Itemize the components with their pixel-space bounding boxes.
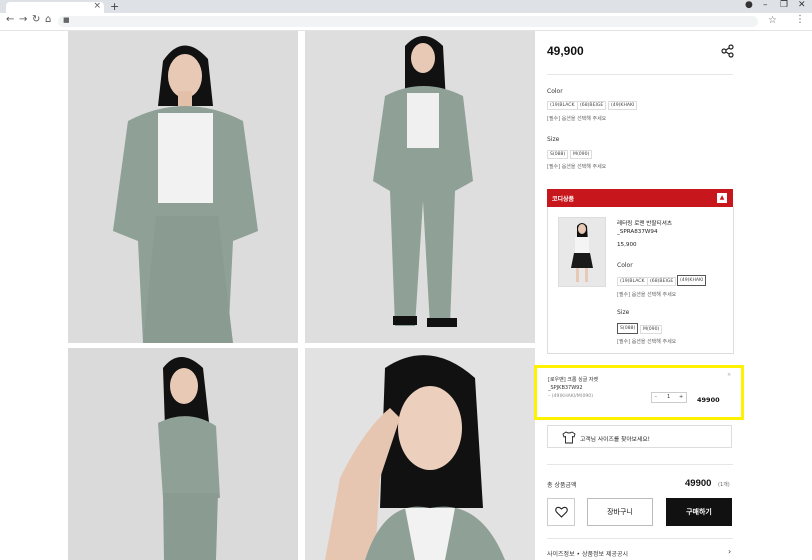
product-photo-4[interactable]: [305, 348, 535, 560]
remove-item-icon[interactable]: ×: [727, 372, 731, 378]
coordi-product-price: 15,900: [617, 242, 637, 248]
reload-icon[interactable]: ↻: [32, 14, 40, 25]
coordi-product-code: _SPRA837W94: [617, 229, 658, 235]
size-label: Size: [547, 136, 560, 143]
shirt-icon: [562, 431, 576, 444]
coordi-color-option-khaki[interactable]: (49)KHAKI: [677, 275, 707, 286]
size-required-hint: [필수] 옵션을 선택해 주세요: [547, 164, 607, 170]
chevron-up-icon[interactable]: ▲: [717, 193, 727, 203]
bookmark-star-icon[interactable]: ☆: [768, 15, 777, 26]
color-label: Color: [547, 88, 563, 95]
buy-now-button[interactable]: 구매하기: [666, 498, 732, 526]
coordi-size-hint: [필수] 옵션을 선택해 주세요: [617, 339, 677, 345]
browser-toolbar: ← → ↻ ⌂ ■ ☆ ⋮: [0, 13, 812, 31]
total-label: 총 상품금액: [547, 482, 577, 489]
divider: [547, 74, 733, 75]
coordi-size-option-s[interactable]: S(088): [617, 323, 639, 334]
selected-item-option: – (49)KHAKI/M(090): [548, 394, 594, 399]
product-photo-1[interactable]: [68, 31, 298, 343]
product-price: 49,900: [547, 44, 584, 58]
browser-tab[interactable]: ×: [6, 1, 104, 13]
profile-icon[interactable]: ●: [745, 0, 753, 10]
size-finder-label: 고객님 사이즈를 찾아보세요!: [580, 437, 651, 443]
size-option-s[interactable]: S(088): [547, 150, 569, 159]
size-info-link[interactable]: 사이즈정보 • 상품정보 제공공시: [547, 549, 628, 558]
coordi-header[interactable]: 코디상품 ▲: [547, 189, 733, 207]
browser-tab-bar: × + ● – ❐ ✕: [0, 0, 812, 13]
quantity-stepper[interactable]: - 1 +: [651, 392, 687, 403]
share-icon[interactable]: [721, 43, 735, 62]
color-option-khaki[interactable]: (49)KHAKI: [608, 101, 638, 110]
qty-minus-button[interactable]: -: [655, 394, 657, 400]
wishlist-button[interactable]: [547, 498, 575, 526]
coordi-panel: 레터링 로맨 반팔티셔츠 _SPRA837W94 15,900 Color (1…: [547, 207, 734, 354]
selected-item-name: [로우맨] 크롭 싱글 자켓: [548, 377, 599, 383]
color-option-beige[interactable]: (68)BEIGE: [577, 101, 607, 110]
forward-icon[interactable]: →: [19, 14, 27, 25]
color-option-black[interactable]: (19)BLACK: [547, 101, 578, 110]
coordi-size-option-m[interactable]: M(090): [640, 325, 663, 334]
minimize-button[interactable]: –: [763, 0, 768, 10]
home-icon[interactable]: ⌂: [45, 14, 51, 25]
new-tab-button[interactable]: +: [110, 0, 119, 13]
color-required-hint: [필수] 옵션을 선택해 주세요: [547, 116, 607, 122]
lock-icon: ■: [63, 16, 70, 24]
tab-close-icon[interactable]: ×: [93, 1, 101, 11]
size-finder-button[interactable]: 고객님 사이즈를 찾아보세요!: [547, 425, 732, 448]
product-photo-2[interactable]: [305, 31, 535, 343]
coordi-color-hint: [필수] 옵션을 선택해 주세요: [617, 292, 677, 298]
close-window-button[interactable]: ✕: [798, 0, 806, 10]
size-option-m[interactable]: M(090): [570, 150, 593, 159]
coordi-title: 코디상품: [552, 196, 575, 203]
back-icon[interactable]: ←: [6, 14, 14, 25]
total-price: 49900: [685, 478, 712, 489]
selected-item-box: [로우맨] 크롭 싱글 자켓 _SPJKB37W92 – (49)KHAKI/M…: [534, 365, 744, 420]
total-count: (1개): [718, 482, 730, 488]
coordi-size-label: Size: [617, 309, 630, 316]
maximize-button[interactable]: ❐: [780, 0, 788, 10]
add-to-cart-button[interactable]: 장바구니: [587, 498, 653, 526]
coordi-color-label: Color: [617, 262, 633, 269]
coordi-product-thumbnail[interactable]: [558, 217, 606, 287]
selected-item-code: _SPJKB37W92: [548, 385, 583, 391]
qty-value: 1: [667, 394, 671, 400]
coordi-color-option-black[interactable]: (19)BLACK: [617, 277, 648, 286]
selected-item-price: 49900: [697, 396, 720, 404]
product-photo-3[interactable]: [68, 348, 298, 560]
divider: [547, 464, 733, 465]
divider: [547, 538, 733, 539]
heart-icon: [555, 506, 568, 518]
qty-plus-button[interactable]: +: [679, 394, 683, 400]
chevron-right-icon[interactable]: ›: [728, 547, 731, 556]
address-bar[interactable]: ■: [58, 16, 758, 27]
browser-menu-icon[interactable]: ⋮: [795, 14, 805, 25]
coordi-color-option-beige[interactable]: (68)BEIGE: [647, 277, 677, 286]
coordi-product-name[interactable]: 레터링 로맨 반팔티셔츠: [617, 220, 672, 228]
